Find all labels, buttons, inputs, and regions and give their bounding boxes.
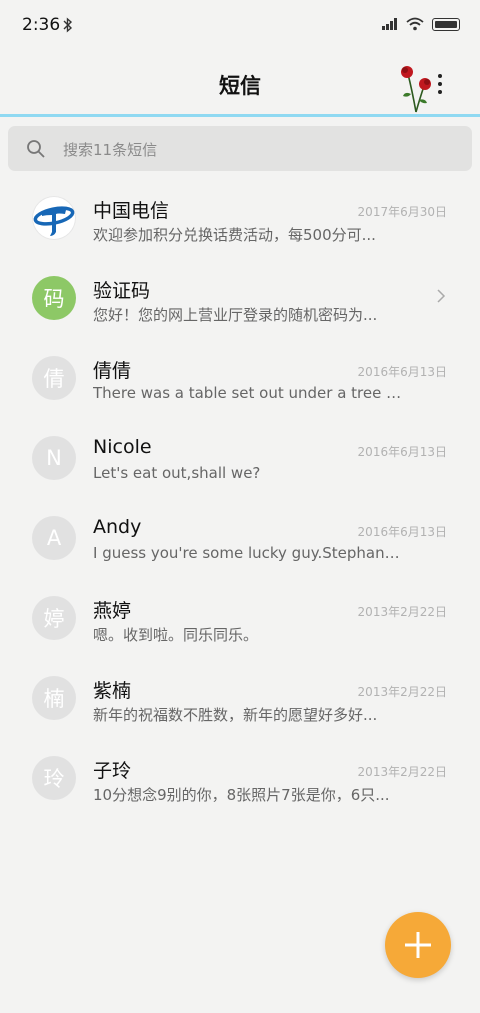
- search-placeholder: 搜索11条短信: [63, 141, 158, 159]
- title-bar: 短信: [0, 52, 480, 114]
- avatar: 楠: [32, 676, 76, 720]
- status-time: 2:36: [22, 15, 61, 35]
- search-icon: [27, 140, 45, 158]
- contact-name: 子玲: [93, 760, 132, 782]
- conversation-item[interactable]: 婷 燕婷 2013年2月22日 嗯。收到啦。同乐同乐。: [0, 572, 480, 652]
- contact-name: 验证码: [93, 280, 151, 302]
- conversation-item[interactable]: 倩 倩倩 2016年6月13日 There was a table set ou…: [0, 332, 480, 412]
- conversation-item[interactable]: 码 验证码 您好！您的网上营业厅登录的随机密码为...: [0, 252, 480, 332]
- contact-name: Nicole: [93, 436, 152, 458]
- message-preview: There was a table set out under a tree i…: [93, 384, 403, 402]
- message-preview: 新年的祝福数不胜数，新年的愿望好多好...: [93, 706, 378, 724]
- more-options-icon[interactable]: [434, 72, 446, 96]
- search-bar[interactable]: 搜索11条短信: [8, 126, 472, 171]
- message-preview: Let's eat out,shall we?: [93, 464, 261, 482]
- message-date: 2013年2月22日: [357, 685, 447, 699]
- rose-icon[interactable]: [394, 60, 434, 116]
- avatar: 玲: [32, 756, 76, 800]
- avatar: 码: [32, 276, 76, 320]
- wifi-icon: [406, 17, 424, 31]
- message-date: 2013年2月22日: [357, 605, 447, 619]
- conversation-item[interactable]: N Nicole 2016年6月13日 Let's eat out,shall …: [0, 412, 480, 492]
- new-message-button[interactable]: [385, 912, 451, 978]
- bluetooth-icon: [63, 17, 73, 37]
- conversation-item[interactable]: 玲 子玲 2013年2月22日 10分想念9别的你，8张照片7张是你，6只...: [0, 732, 480, 812]
- message-date: 2016年6月13日: [357, 525, 447, 539]
- conversation-item[interactable]: 楠 紫楠 2013年2月22日 新年的祝福数不胜数，新年的愿望好多好...: [0, 652, 480, 732]
- message-preview: I guess you're some lucky guy.Stephani..…: [93, 544, 403, 562]
- header-divider: [0, 114, 480, 117]
- chevron-right-icon[interactable]: [436, 288, 446, 304]
- conversation-item[interactable]: A Andy 2016年6月13日 I guess you're some lu…: [0, 492, 480, 572]
- message-date: 2016年6月13日: [357, 365, 447, 379]
- conversation-item[interactable]: 中国电信 2017年6月30日 欢迎参加积分兑换话费活动，每500分可...: [0, 172, 480, 252]
- message-date: 2017年6月30日: [357, 205, 447, 219]
- avatar: A: [32, 516, 76, 560]
- message-date: 2016年6月13日: [357, 445, 447, 459]
- avatar: 倩: [32, 356, 76, 400]
- message-preview: 欢迎参加积分兑换话费活动，每500分可...: [93, 226, 376, 244]
- contact-name: 倩倩: [93, 360, 132, 382]
- contact-name: 燕婷: [93, 600, 132, 622]
- plus-icon: [405, 932, 431, 958]
- contact-name: Andy: [93, 516, 142, 538]
- avatar: 婷: [32, 596, 76, 640]
- message-preview: 嗯。收到啦。同乐同乐。: [93, 626, 259, 644]
- cellular-signal-icon: [382, 18, 398, 30]
- message-date: 2013年2月22日: [357, 765, 447, 779]
- china-telecom-logo: [32, 196, 76, 240]
- battery-icon: [432, 17, 460, 31]
- avatar: N: [32, 436, 76, 480]
- contact-name: 中国电信: [93, 200, 170, 222]
- contact-name: 紫楠: [93, 680, 132, 702]
- message-preview: 10分想念9别的你，8张照片7张是你，6只...: [93, 786, 390, 804]
- message-preview: 您好！您的网上营业厅登录的随机密码为...: [93, 306, 378, 324]
- status-bar: 2:36: [0, 0, 480, 52]
